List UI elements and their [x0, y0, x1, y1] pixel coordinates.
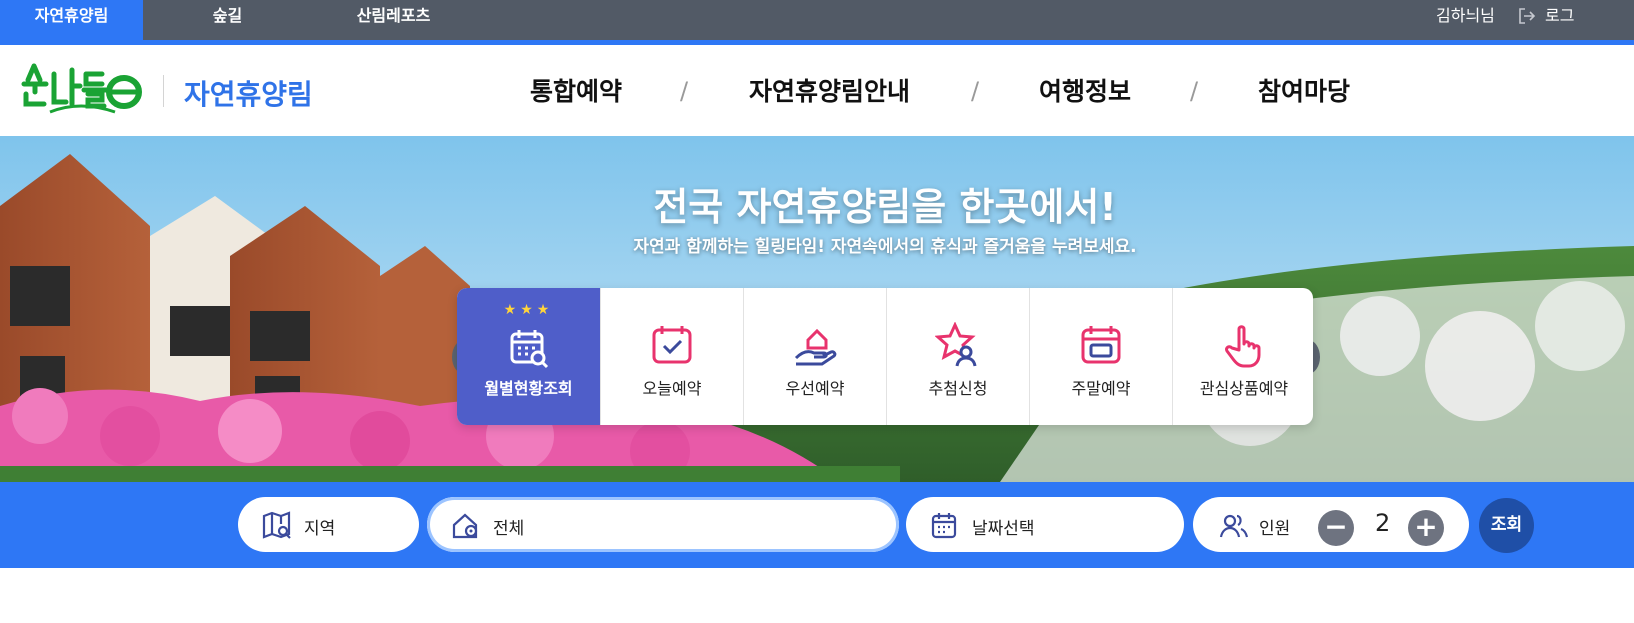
- people-label: 인원: [1259, 519, 1291, 539]
- quick-lottery-apply[interactable]: 추첨신청: [886, 288, 1029, 425]
- tab-recreation-forest[interactable]: 자연휴양림: [0, 0, 143, 40]
- search-submit-button[interactable]: 조회: [1479, 498, 1534, 553]
- users-icon: [1219, 511, 1249, 541]
- region-label: 지역: [304, 519, 336, 539]
- quick-item-label: 오늘예약: [642, 379, 702, 398]
- calendar-search-icon: [506, 326, 552, 372]
- top-utility-bar: 자연휴양림 숲길 산림레포츠 김하늬님 로그: [0, 0, 1634, 40]
- quick-weekend-booking[interactable]: 주말예약: [1029, 288, 1172, 425]
- quick-item-label: 우선예약: [785, 379, 845, 398]
- quick-item-label: 월별현황조회: [484, 379, 573, 398]
- increase-people-button[interactable]: +: [1408, 510, 1444, 546]
- stars-icon: ★★★: [503, 302, 554, 318]
- date-picker[interactable]: 날짜선택: [906, 497, 1184, 552]
- calendar-grid-icon: [1078, 322, 1124, 368]
- nav-separator: /: [1190, 77, 1199, 105]
- site-logo[interactable]: [20, 60, 144, 120]
- people-stepper: 인원 − 2 +: [1193, 497, 1469, 552]
- hero-subtitle: 자연과 함께하는 힐링타임! 자연속에서의 휴식과 즐거움을 누려보세요.: [633, 237, 1137, 257]
- nav-forest-info[interactable]: 자연휴양림안내: [749, 72, 910, 108]
- nav-community[interactable]: 참여마당: [1258, 72, 1350, 108]
- calendar-check-icon: [649, 322, 695, 368]
- logout-icon[interactable]: [1518, 7, 1536, 25]
- main-header: 자연휴양림 통합예약 / 자연휴양림안내 / 여행정보 / 참여마당: [0, 45, 1634, 136]
- nav-integrated-booking[interactable]: 통합예약: [530, 72, 622, 108]
- pointing-hand-icon: [1221, 322, 1267, 368]
- quick-monthly-status[interactable]: ★★★ 월별현황조회: [457, 288, 600, 425]
- logout-link[interactable]: 로그: [1545, 0, 1574, 32]
- hand-house-icon: [792, 322, 838, 368]
- quick-item-label: 추첨신청: [928, 379, 988, 398]
- user-name: 김하늬님: [1436, 6, 1495, 25]
- quick-priority-booking[interactable]: 우선예약: [743, 288, 886, 425]
- house-pin-icon: [451, 511, 481, 541]
- tab-forest-trail[interactable]: 숲길: [156, 0, 299, 40]
- reservation-search-bar: 지역 전체 날짜선택 인원 − 2 + 조회: [0, 482, 1634, 568]
- map-search-icon: [262, 511, 292, 541]
- date-placeholder: 날짜선택: [972, 519, 1035, 539]
- quick-favorite-booking[interactable]: 관심상품예약: [1172, 288, 1315, 425]
- quick-item-label: 주말예약: [1071, 379, 1131, 398]
- site-title[interactable]: 자연휴양림: [184, 73, 313, 113]
- hero-title: 전국 자연휴양림을 한곳에서!: [653, 185, 1117, 229]
- quick-today-booking[interactable]: 오늘예약: [600, 288, 743, 425]
- nav-separator: /: [971, 77, 980, 105]
- quick-item-label: 관심상품예약: [1199, 379, 1289, 398]
- logo-divider: [163, 75, 164, 107]
- tab-forest-sports[interactable]: 산림레포츠: [322, 0, 465, 40]
- people-count: 2: [1375, 509, 1391, 537]
- calendar-icon: [930, 511, 960, 541]
- facility-select[interactable]: 전체: [427, 497, 899, 552]
- quick-menu: ★★★ 월별현황조회 오늘예약 우선예약 추첨신청 주말예약 관심상품예약: [457, 288, 1313, 425]
- nav-travel-info[interactable]: 여행정보: [1039, 72, 1131, 108]
- nav-separator: /: [680, 77, 689, 105]
- decrease-people-button[interactable]: −: [1318, 510, 1354, 546]
- region-select[interactable]: 지역: [238, 497, 419, 552]
- star-person-icon: [934, 321, 981, 368]
- facility-value: 전체: [493, 519, 525, 539]
